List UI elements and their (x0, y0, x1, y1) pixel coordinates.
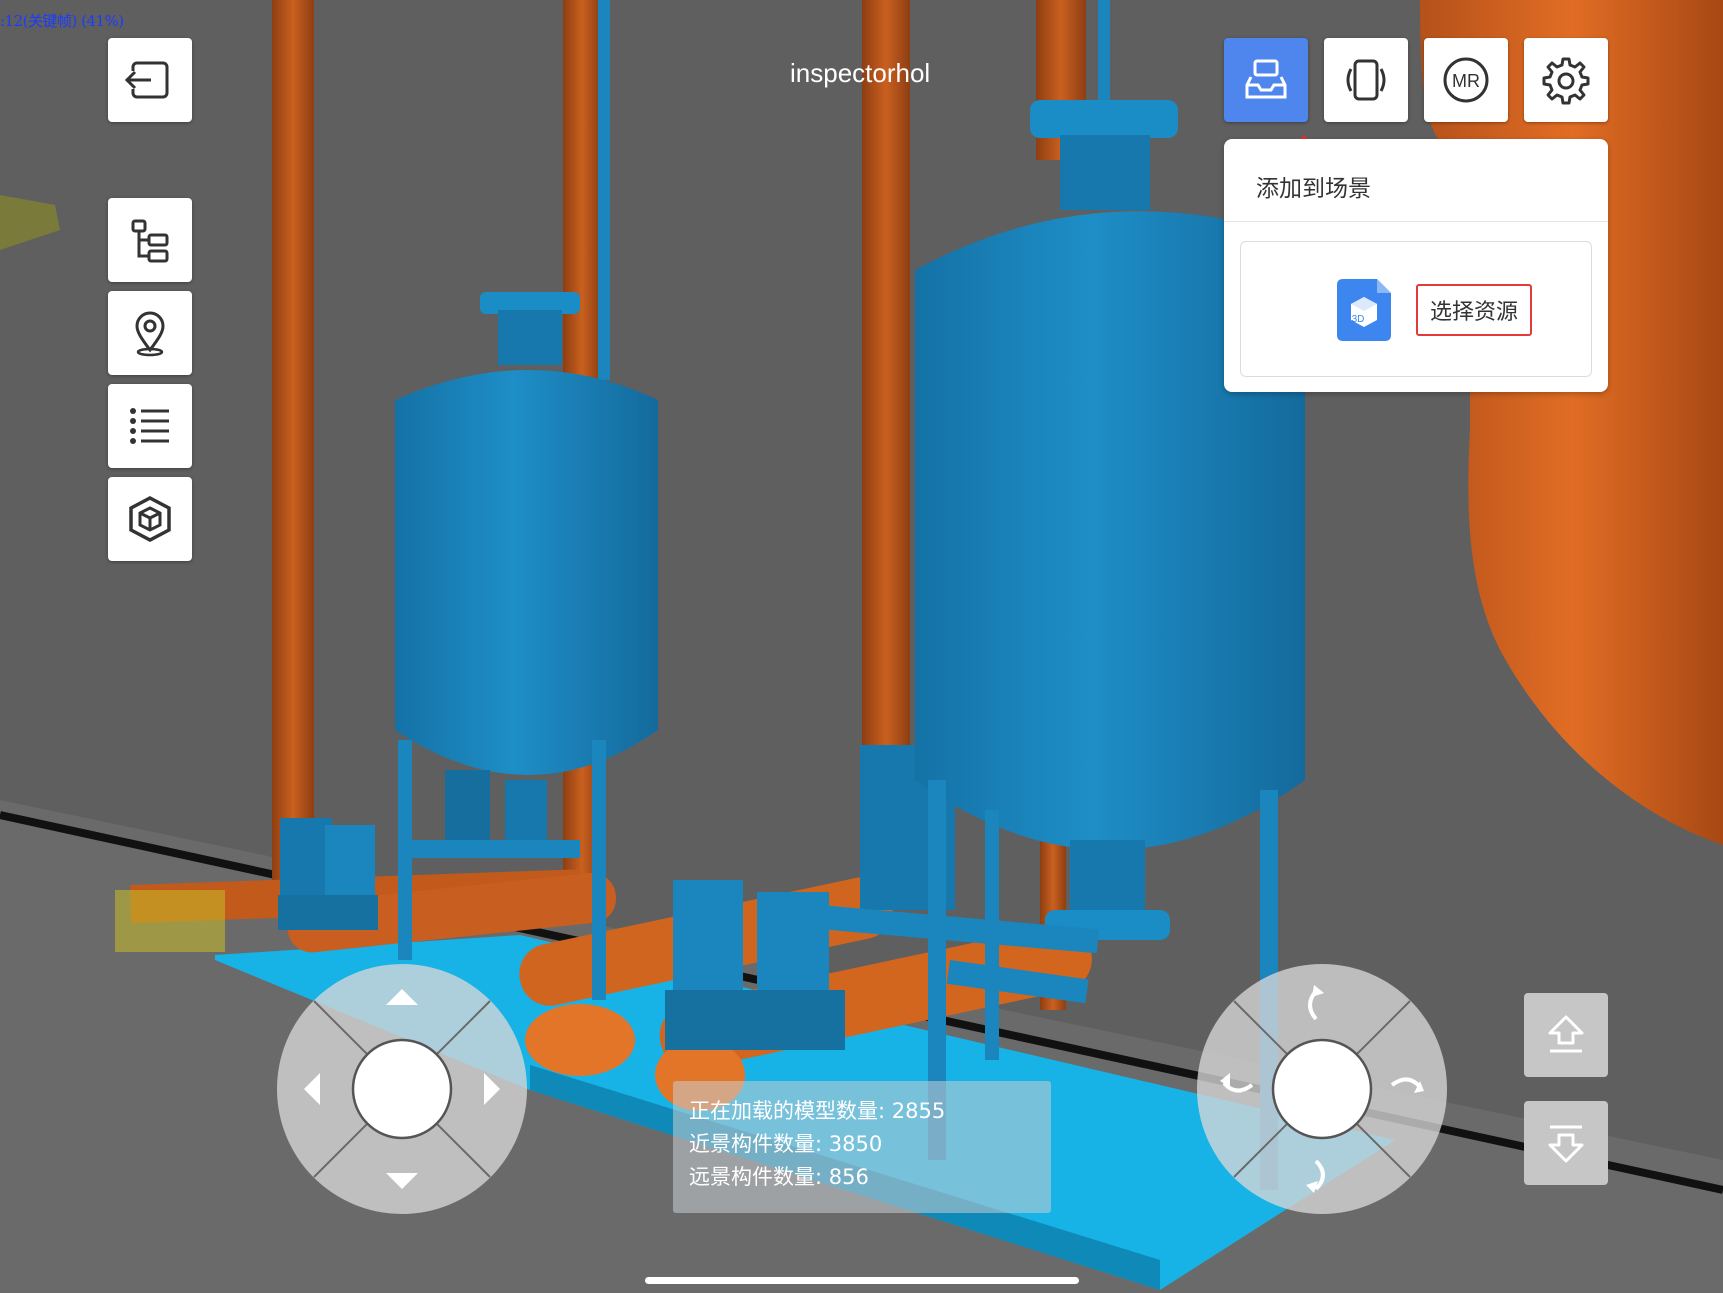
loading-models-count: 正在加载的模型数量: 2855 (689, 1099, 946, 1123)
highlighted-component (115, 890, 225, 952)
pump-base (665, 990, 845, 1050)
tank-outlet (1070, 840, 1145, 920)
pump (673, 880, 743, 1000)
exit-button[interactable] (108, 38, 192, 122)
list-button[interactable] (108, 384, 192, 468)
far-components-count: 远景构件数量: 856 (689, 1165, 869, 1189)
settings-button[interactable] (1524, 38, 1608, 122)
select-resource-button[interactable]: 选择资源 (1416, 284, 1533, 336)
location-pin-icon (135, 311, 165, 357)
list-icon (130, 408, 169, 444)
tank-outlet (505, 780, 547, 850)
home-indicator[interactable] (645, 1277, 1079, 1284)
gear-icon (1542, 57, 1590, 105)
tree-structure-icon (131, 219, 169, 263)
tank-leg (592, 740, 606, 1000)
movement-joystick[interactable] (276, 963, 528, 1215)
model-button[interactable] (108, 477, 192, 561)
cube-icon (129, 496, 171, 542)
add-to-scene-button[interactable] (1224, 38, 1308, 122)
joystick-knob (351, 1038, 453, 1140)
blue-pipe (1098, 0, 1110, 110)
popup-divider (1224, 221, 1608, 222)
location-button[interactable] (108, 291, 192, 375)
blue-pipe (410, 840, 580, 858)
exit-icon (125, 61, 169, 99)
orange-pipe (862, 0, 910, 780)
pump (325, 825, 375, 900)
orange-pipe (272, 0, 314, 880)
joystick-knob (1271, 1038, 1373, 1140)
mr-button[interactable]: MR (1424, 38, 1508, 122)
device-rotate-icon (1346, 59, 1386, 101)
loading-stats-panel: 正在加载的模型数量: 2855 近景构件数量: 3850 远景构件数量: 856 (673, 1081, 1051, 1213)
3d-resource-icon[interactable]: 3D (1337, 279, 1391, 341)
tree-structure-button[interactable] (108, 198, 192, 282)
mr-label: MR (1452, 71, 1480, 91)
inbox-tray-icon (1245, 59, 1287, 99)
tank-neck (498, 310, 562, 365)
rotation-joystick-graphic (1197, 964, 1447, 1214)
movement-joystick-graphic (277, 964, 527, 1214)
arrow-down-to-line-icon (1548, 1125, 1584, 1163)
move-down-button[interactable] (1524, 1101, 1608, 1185)
add-to-scene-popup: 添加到场景 3D 选择资源 (1224, 139, 1608, 392)
move-up-button[interactable] (1524, 993, 1608, 1077)
tank-neck (1060, 135, 1150, 210)
tank-part (445, 770, 490, 845)
scene-title: inspectorhol (790, 58, 931, 88)
pump (280, 818, 332, 898)
popup-title: 添加到场景 (1256, 176, 1371, 202)
resource-icon-label: 3D (1352, 314, 1365, 325)
arrow-up-to-line-icon (1548, 1015, 1584, 1053)
mr-icon: MR (1443, 57, 1489, 103)
rotation-joystick[interactable] (1196, 963, 1448, 1215)
small-tank (395, 370, 658, 775)
pump-base (278, 895, 378, 930)
tank-leg (398, 740, 412, 960)
wall-beam (0, 195, 60, 250)
near-components-count: 近景构件数量: 3850 (689, 1132, 883, 1156)
tank-flange (1030, 100, 1178, 138)
rotate-device-button[interactable] (1324, 38, 1408, 122)
blue-pipe (598, 0, 610, 380)
pipe-end-cap (525, 1004, 635, 1076)
frame-rate-status: :12(关键帧) (41%) (0, 12, 124, 30)
large-orange-pipe (1420, 0, 1723, 845)
resource-panel: 3D 选择资源 (1240, 241, 1592, 377)
